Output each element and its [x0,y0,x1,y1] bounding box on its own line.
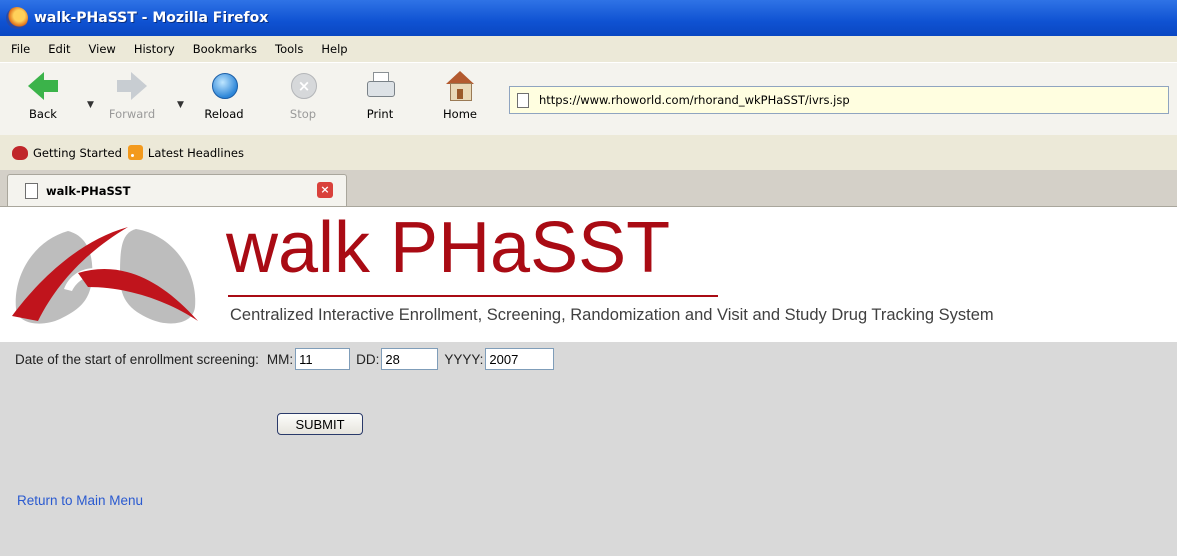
yyyy-input[interactable] [485,348,555,370]
forward-arrow-icon [117,71,147,101]
menu-tools[interactable]: Tools [275,42,303,56]
menu-bar: File Edit View History Bookmarks Tools H… [0,36,1177,62]
forward-history-dropdown[interactable]: ▼ [177,100,184,110]
mm-input[interactable] [295,348,351,370]
bookmark-latest-headlines[interactable]: Latest Headlines [127,145,244,160]
home-label: Home [443,107,477,121]
yyyy-label: YYYY: [444,351,484,367]
submit-button[interactable]: SUBMIT [277,413,363,435]
page-icon [517,92,529,108]
print-icon [365,71,395,101]
window-titlebar: walk-PHaSST - Mozilla Firefox [0,0,1177,36]
home-button[interactable]: Home [434,71,486,121]
reload-icon [209,71,239,101]
back-history-dropdown[interactable]: ▼ [87,100,94,110]
page-content: walk PHaSST Centralized Interactive Enro… [0,207,1177,556]
brand-subtitle: Centralized Interactive Enrollment, Scre… [230,306,994,324]
bookmark-getting-started[interactable]: Getting Started [12,145,122,160]
date-label: Date of the start of enrollment screenin… [15,351,259,367]
tab-close-icon[interactable]: × [317,182,333,198]
site-banner: walk PHaSST Centralized Interactive Enro… [0,207,1177,342]
menu-view[interactable]: View [89,42,116,56]
navigation-toolbar: Back ▼ Forward ▼ Reload × Stop Print Hom… [0,62,1177,136]
dd-label: DD: [356,351,380,367]
return-to-main-menu-link[interactable]: Return to Main Menu [17,493,143,508]
menu-bookmarks[interactable]: Bookmarks [193,42,257,56]
rss-icon [127,145,143,160]
tab-bar: walk-PHaSST × [0,170,1177,207]
page-icon [25,182,38,199]
dd-input[interactable] [381,348,439,370]
bookmark-latest-headlines-label: Latest Headlines [147,145,244,160]
bookmark-getting-started-label: Getting Started [33,145,122,160]
tab-walk-phasst[interactable]: walk-PHaSST × [7,174,347,206]
mm-label: MM: [266,351,294,367]
home-icon [445,71,475,101]
firefox-icon [6,7,28,29]
back-arrow-icon [28,71,58,101]
menu-history[interactable]: History [134,42,175,56]
print-button[interactable]: Print [354,71,406,121]
lungs-logo-icon [12,227,198,324]
menu-edit[interactable]: Edit [48,42,70,56]
window-title: walk-PHaSST - Mozilla Firefox [34,10,269,26]
menu-file[interactable]: File [11,42,30,56]
reload-button[interactable]: Reload [198,71,250,121]
menu-help[interactable]: Help [321,42,347,56]
stop-label: Stop [289,107,317,121]
reload-label: Reload [204,107,244,121]
forward-label: Forward [108,107,156,121]
brand-divider [228,295,718,297]
forward-button[interactable]: Forward [106,71,158,121]
stop-icon: × [288,71,318,101]
brand-title: walk PHaSST [226,208,671,288]
address-bar[interactable] [509,86,1169,114]
back-label: Back [29,107,57,121]
bookmarks-toolbar: Getting Started Latest Headlines [0,135,1177,170]
getting-started-icon [12,145,28,160]
stop-button[interactable]: × Stop [277,71,329,121]
enrollment-date-form: Date of the start of enrollment screenin… [15,348,555,370]
tab-title: walk-PHaSST [46,183,131,198]
print-label: Print [366,107,394,121]
back-button[interactable]: Back [17,71,69,121]
url-input[interactable] [539,93,1139,107]
